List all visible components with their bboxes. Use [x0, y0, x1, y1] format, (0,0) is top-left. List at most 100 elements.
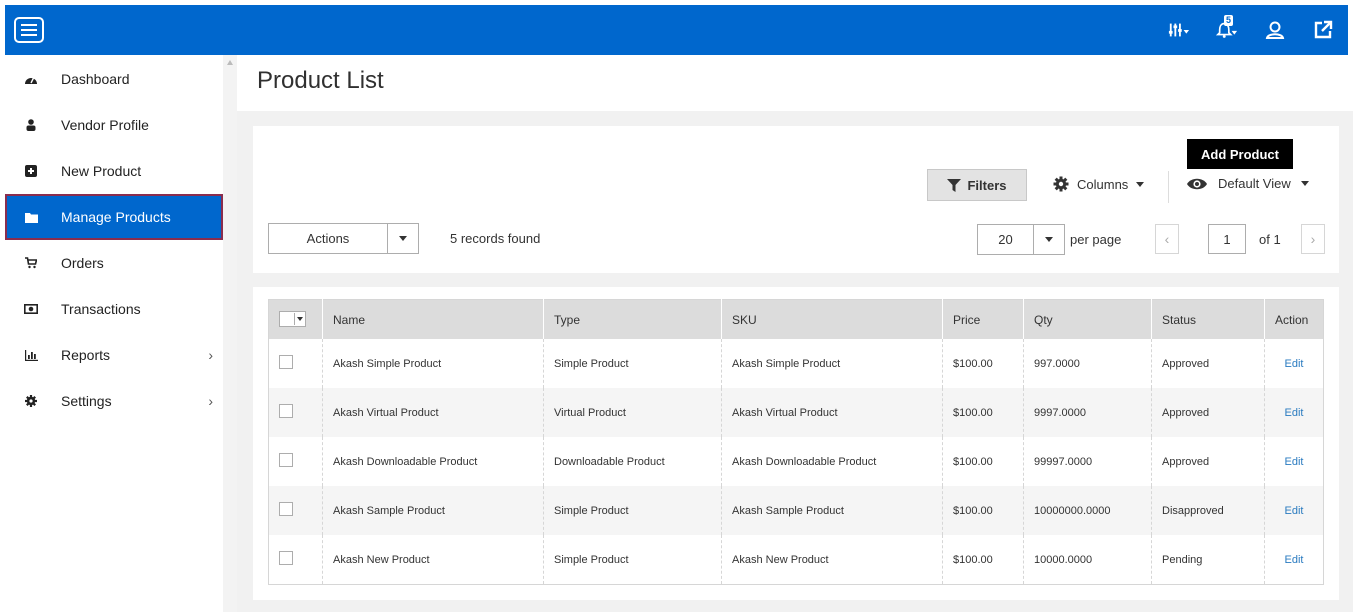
external-link-icon[interactable] [1312, 19, 1334, 41]
sidebar-item-label: Dashboard [61, 71, 130, 87]
filters-label: Filters [967, 177, 1007, 193]
cell-status: Disapproved [1151, 486, 1265, 535]
cell-status: Pending [1151, 535, 1265, 585]
chevron-right-icon: › [208, 347, 213, 363]
sidebar-item-label: Vendor Profile [61, 117, 149, 133]
scroll-up-icon[interactable] [227, 60, 233, 65]
bar-chart-icon [23, 349, 39, 361]
table-row: Akash Simple Product Simple Product Akas… [269, 339, 1324, 388]
sidebar-item-vendor-profile[interactable]: Vendor Profile [5, 102, 223, 148]
cell-type: Simple Product [543, 486, 722, 535]
cell-type: Virtual Product [543, 388, 722, 437]
cart-icon [23, 257, 39, 269]
table-row: Akash Sample Product Simple Product Akas… [268, 486, 1324, 535]
column-header-name[interactable]: Name [322, 299, 544, 339]
row-checkbox[interactable] [279, 404, 293, 418]
cell-name: Akash Downloadable Product [322, 437, 544, 486]
edit-link[interactable]: Edit [1285, 554, 1304, 566]
row-checkbox[interactable] [279, 355, 293, 369]
bell-icon[interactable]: 5 [1216, 15, 1238, 41]
table-row: Akash New Product Simple Product Akash N… [269, 535, 1324, 585]
columns-dropdown[interactable]: Columns [1053, 176, 1145, 192]
columns-label: Columns [1077, 176, 1129, 192]
sidebar-item-orders[interactable]: Orders [5, 240, 223, 286]
column-header-qty[interactable]: Qty [1023, 299, 1152, 339]
mass-select[interactable] [268, 299, 323, 339]
previous-page-button[interactable]: ‹ [1155, 224, 1179, 254]
eye-icon [1187, 178, 1207, 189]
folder-icon [23, 212, 39, 223]
select-all-checkbox[interactable] [280, 313, 294, 325]
default-view-dropdown[interactable]: Default View [1186, 176, 1309, 191]
cell-price: $100.00 [942, 388, 1024, 437]
sidebar-item-label: Orders [61, 255, 104, 271]
chevron-down-icon[interactable] [388, 224, 418, 253]
sidebar-item-new-product[interactable]: New Product [5, 148, 223, 194]
sidebar-item-reports[interactable]: Reports › [5, 332, 223, 378]
cell-qty: 10000000.0000 [1023, 486, 1152, 535]
cell-name: Akash New Product [322, 535, 544, 585]
cell-sku: Akash New Product [721, 535, 943, 585]
page-total: of 1 [1259, 232, 1281, 247]
actions-select[interactable]: Actions [268, 223, 419, 254]
per-page-label: per page [1070, 232, 1122, 247]
cell-sku: Akash Downloadable Product [721, 437, 943, 486]
column-header-price[interactable]: Price [942, 299, 1024, 339]
cell-status: Approved [1151, 437, 1265, 486]
sidebar-item-dashboard[interactable]: Dashboard [5, 56, 223, 102]
cell-price: $100.00 [942, 486, 1024, 535]
cell-qty: 9997.0000 [1023, 388, 1152, 437]
filters-button[interactable]: Filters [927, 169, 1027, 201]
sidebar-item-label: Settings [61, 393, 112, 409]
gear-icon [1053, 176, 1069, 192]
main-content: Product List Add Product Filters Columns… [237, 55, 1353, 612]
page-number-input[interactable]: 1 [1208, 224, 1246, 254]
column-header-status[interactable]: Status [1151, 299, 1265, 339]
per-page-select[interactable]: 20 [977, 224, 1065, 255]
gear-icon [23, 395, 39, 407]
sidebar-scrollbar[interactable] [223, 55, 237, 612]
cell-sku: Akash Simple Product [721, 339, 943, 388]
sidebar-item-label: New Product [61, 163, 142, 179]
edit-link[interactable]: Edit [1285, 505, 1304, 517]
cell-sku: Akash Sample Product [721, 486, 943, 535]
dashboard-icon [23, 73, 39, 85]
cell-price: $100.00 [942, 339, 1024, 388]
sidebar-item-settings[interactable]: Settings › [5, 378, 223, 424]
user-icon[interactable] [1264, 19, 1286, 41]
top-bar: 5 [5, 5, 1348, 55]
cell-name: Akash Virtual Product [322, 388, 544, 437]
actions-label: Actions [269, 224, 388, 253]
filter-icon [947, 178, 962, 192]
cell-price: $100.00 [942, 535, 1024, 585]
menu-toggle-icon[interactable] [14, 17, 44, 43]
top-bar-icons: 5 [1168, 5, 1334, 55]
sidebar: Dashboard Vendor Profile New Product Man… [5, 55, 223, 612]
column-header-type[interactable]: Type [543, 299, 722, 339]
edit-link[interactable]: Edit [1285, 456, 1304, 468]
chevron-down-icon[interactable] [1034, 225, 1064, 254]
page-title: Product List [257, 67, 384, 94]
edit-link[interactable]: Edit [1285, 358, 1304, 370]
table-header-row: Name Type SKU Price Qty Status Action [268, 299, 1324, 339]
sliders-icon[interactable] [1168, 19, 1190, 41]
edit-link[interactable]: Edit [1285, 407, 1304, 419]
add-product-button[interactable]: Add Product [1187, 139, 1293, 169]
column-header-sku[interactable]: SKU [721, 299, 943, 339]
product-grid-panel: Name Type SKU Price Qty Status Action Ak… [253, 287, 1339, 600]
divider [1168, 171, 1169, 203]
table-row: Akash Virtual Product Virtual Product Ak… [268, 388, 1324, 437]
row-checkbox[interactable] [279, 551, 293, 565]
sidebar-item-transactions[interactable]: Transactions [5, 286, 223, 332]
default-view-label: Default View [1218, 176, 1291, 191]
sidebar-item-manage-products[interactable]: Manage Products [5, 194, 223, 240]
records-count: 5 records found [450, 231, 541, 246]
per-page-value: 20 [978, 225, 1034, 254]
row-checkbox[interactable] [279, 502, 293, 516]
cell-name: Akash Simple Product [322, 339, 544, 388]
sidebar-item-label: Manage Products [61, 209, 171, 225]
cell-sku: Akash Virtual Product [721, 388, 943, 437]
chevron-down-icon[interactable] [294, 313, 305, 325]
row-checkbox[interactable] [279, 453, 293, 467]
next-page-button[interactable]: › [1301, 224, 1325, 254]
